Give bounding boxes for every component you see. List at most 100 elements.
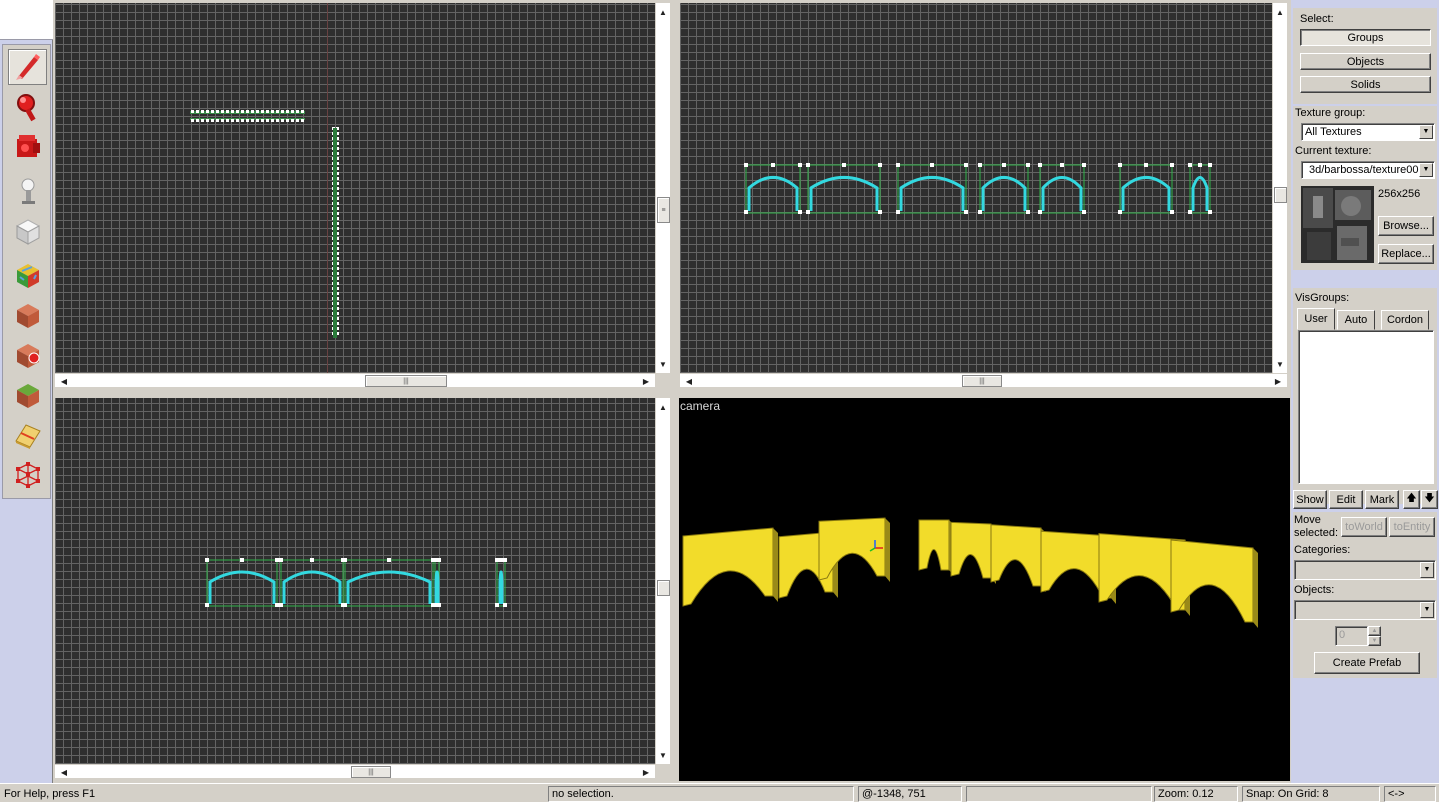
scroll-up-icon[interactable]: ▲	[656, 400, 670, 414]
current-texture-select[interactable]: 3d/barbossa/texture000 ▼	[1301, 161, 1435, 179]
camera-tool-icon[interactable]	[8, 129, 47, 165]
status-arrows: <->	[1384, 786, 1436, 802]
top-2d-viewport[interactable]	[55, 3, 655, 373]
arrow-up-icon[interactable]: 🡅	[1403, 490, 1420, 509]
vertical-scrollbar[interactable]: ▲ ▼	[655, 398, 670, 764]
scroll-up-icon[interactable]: ▲	[656, 5, 670, 19]
scroll-thumb[interactable]: |||	[351, 766, 391, 778]
toggle-texture-app-icon[interactable]	[8, 257, 47, 293]
stepper-value: 0	[1339, 629, 1346, 641]
objects-label: Objects:	[1294, 584, 1335, 596]
select-label: Select:	[1300, 13, 1334, 25]
to-world-button[interactable]: toWorld	[1341, 517, 1387, 537]
scroll-up-icon[interactable]: ▲	[1273, 5, 1287, 19]
status-empty-pane	[966, 786, 1152, 802]
toolbar-header-strip	[0, 0, 53, 40]
texture-size-label: 256x256	[1378, 188, 1421, 200]
selection-tool-icon[interactable]	[8, 49, 47, 85]
texture-group-select[interactable]: All Textures ▼	[1301, 123, 1435, 141]
scroll-left-icon[interactable]: ◀	[57, 374, 71, 388]
replace-texture-button[interactable]: Replace...	[1378, 244, 1434, 264]
front-view-geometry	[744, 163, 1212, 214]
vertical-scrollbar[interactable]: ▲ ≡ ▼	[655, 3, 670, 373]
status-coordinates: @-1348, 751	[858, 786, 962, 802]
visgroups-section: VisGroups: User Auto Cordon	[1293, 288, 1437, 504]
tools-panel	[2, 44, 51, 499]
status-snap: Snap: On Grid: 8	[1242, 786, 1380, 802]
categories-label: Categories:	[1294, 544, 1351, 556]
categories-select[interactable]: ▼	[1294, 560, 1436, 580]
tab-user[interactable]: User	[1297, 308, 1335, 330]
horizontal-scrollbar[interactable]: ◀ ||| ▶	[55, 373, 655, 387]
scroll-thumb[interactable]: |||	[962, 375, 1002, 387]
objects-select[interactable]: ▼	[1294, 600, 1436, 620]
texture-preview-image	[1301, 186, 1374, 263]
scroll-down-icon[interactable]: ▼	[656, 357, 670, 371]
magnify-tool-icon[interactable]	[8, 89, 47, 125]
scroll-thumb[interactable]	[1274, 187, 1287, 203]
tools-toolbar	[0, 0, 53, 783]
horizontal-scrollbar[interactable]: ◀ ||| ▶	[680, 373, 1287, 387]
scroll-down-icon[interactable]: ▼	[1273, 357, 1287, 371]
object-properties-panel: Select: Groups Objects Solids Texture gr…	[1291, 0, 1439, 783]
status-help-text: For Help, press F1	[4, 788, 96, 800]
clipping-tool-icon[interactable]	[8, 417, 47, 453]
select-groups-button[interactable]: Groups	[1300, 29, 1431, 46]
select-section: Select: Groups Objects Solids	[1293, 8, 1437, 104]
apply-decals-icon[interactable]	[8, 337, 47, 373]
tab-auto[interactable]: Auto	[1337, 310, 1375, 330]
status-selection-text: no selection.	[548, 786, 854, 802]
scroll-down-icon[interactable]: ▼	[656, 748, 670, 762]
to-entity-button[interactable]: toEntity	[1389, 517, 1435, 537]
scroll-left-icon[interactable]: ◀	[682, 374, 696, 388]
block-tool-icon[interactable]	[8, 213, 47, 249]
camera-3d-viewport[interactable]: camera	[679, 398, 1290, 781]
stepper-up-icon[interactable]: ▲	[1368, 626, 1381, 636]
texture-group-value: All Textures	[1305, 126, 1362, 138]
scroll-thumb[interactable]: |||	[365, 375, 447, 387]
current-texture-label: Current texture:	[1295, 145, 1372, 157]
scroll-right-icon[interactable]: ▶	[639, 765, 653, 779]
vertex-tool-icon[interactable]	[8, 457, 47, 493]
browse-texture-button[interactable]: Browse...	[1378, 216, 1434, 236]
scroll-right-icon[interactable]: ▶	[1271, 374, 1285, 388]
apply-current-texture-icon[interactable]	[8, 297, 47, 333]
scroll-left-icon[interactable]: ◀	[57, 765, 71, 779]
top-view-geometry	[190, 110, 339, 338]
stepper-down-icon[interactable]: ▼	[1368, 636, 1381, 646]
side-2d-viewport[interactable]	[55, 398, 655, 764]
apply-overlays-icon[interactable]	[8, 377, 47, 413]
horizontal-scrollbar[interactable]: ◀ ||| ▶	[55, 764, 655, 778]
select-solids-button[interactable]: Solids	[1300, 76, 1431, 93]
visgroup-tabs: User Auto Cordon	[1295, 308, 1435, 330]
side-view-geometry	[205, 558, 507, 607]
scroll-right-icon[interactable]: ▶	[639, 374, 653, 388]
show-visgroup-button[interactable]: Show	[1293, 490, 1327, 509]
create-prefab-button[interactable]: Create Prefab	[1314, 652, 1420, 674]
mark-visgroup-button[interactable]: Mark	[1365, 490, 1399, 509]
select-objects-button[interactable]: Objects	[1300, 53, 1431, 70]
chevron-down-icon[interactable]: ▼	[1420, 562, 1434, 578]
chevron-down-icon[interactable]: ▼	[1420, 602, 1434, 618]
visgroups-label: VisGroups:	[1295, 292, 1350, 304]
current-texture-value: 3d/barbossa/texture000	[1309, 164, 1425, 176]
status-bar: For Help, press F1 no selection. @-1348,…	[0, 783, 1439, 802]
arrow-down-icon[interactable]: 🡇	[1421, 490, 1438, 509]
entity-tool-icon[interactable]	[8, 173, 47, 209]
texture-group-label: Texture group:	[1295, 107, 1366, 119]
scroll-thumb[interactable]: ≡	[657, 197, 670, 223]
move-selected-label-2: selected:	[1294, 527, 1339, 539]
camera-view-geometry	[682, 517, 1258, 628]
prefab-section: Move selected: toWorld toEntity Categori…	[1293, 512, 1437, 678]
quantity-stepper[interactable]: 0	[1335, 626, 1368, 646]
move-selected-label: Move	[1294, 514, 1321, 526]
front-2d-viewport[interactable]	[680, 3, 1272, 373]
tab-cordon[interactable]: Cordon	[1381, 310, 1429, 330]
vertical-scrollbar[interactable]: ▲ ▼	[1272, 3, 1287, 373]
visgroup-list[interactable]	[1298, 330, 1434, 484]
scroll-thumb[interactable]	[657, 580, 670, 596]
chevron-down-icon[interactable]: ▼	[1419, 125, 1433, 139]
chevron-down-icon[interactable]: ▼	[1419, 163, 1433, 177]
edit-visgroup-button[interactable]: Edit	[1329, 490, 1363, 509]
texture-section: Texture group: All Textures ▼ Current te…	[1293, 106, 1437, 270]
